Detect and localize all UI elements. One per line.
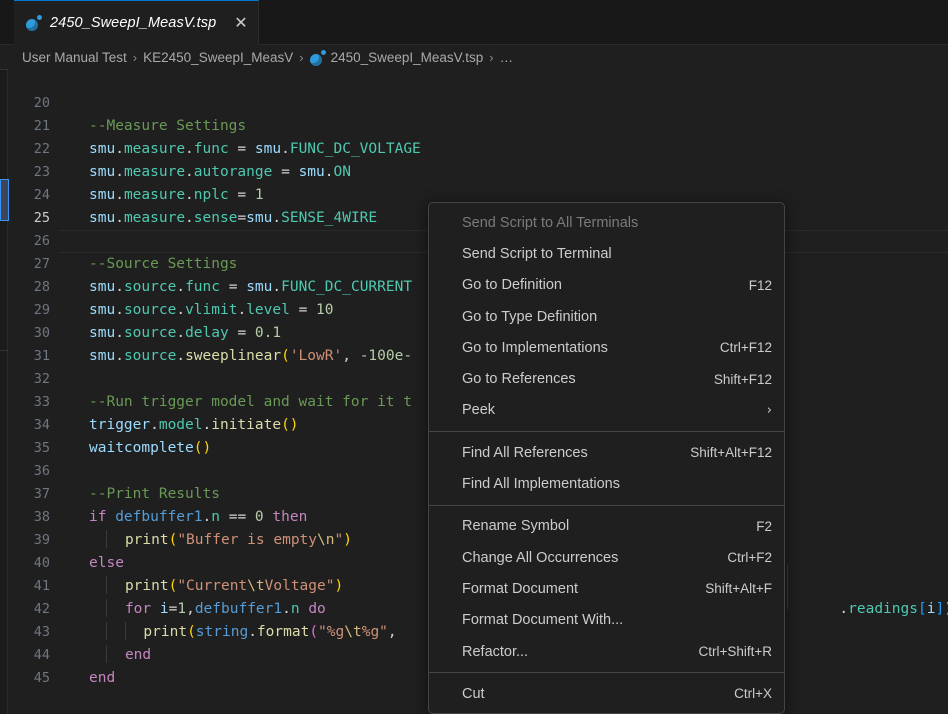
editor-tab-bar: 2450_SweepI_MeasV.tsp ✕ [0,0,948,45]
menu-item-label: Peek [462,402,495,418]
menu-item-shortcut: Ctrl+F12 [696,340,772,355]
tab-label: 2450_SweepI_MeasV.tsp [50,15,216,31]
menu-item-peek[interactable]: Peek › [429,395,784,426]
menu-item-label: Go to References [462,371,576,387]
menu-item-label: Go to Implementations [462,340,608,356]
adjacent-pane-minimap-sliver [0,69,8,714]
menu-item-shortcut: Ctrl+Shift+R [674,644,772,659]
lua-file-icon [26,15,42,31]
menu-item-send-script-to-all-terminals[interactable]: Send Script to All Terminals [429,207,784,238]
vscode-window: 2450_SweepI_MeasV.tsp ✕ User Manual Test… [0,0,948,714]
breadcrumb-item-folder-project[interactable]: KE2450_SweepI_MeasV [143,50,293,65]
breadcrumb-separator-icon: › [127,50,143,65]
tab-bar-left-gutter [0,0,14,44]
breadcrumb-separator-icon: › [293,50,309,65]
close-icon[interactable]: ✕ [224,15,247,31]
editor-context-menu[interactable]: Send Script to All Terminals Send Script… [428,202,785,714]
menu-item-label: Change All Occurrences [462,550,618,566]
menu-item-label: Send Script to Terminal [462,246,612,262]
menu-item-label: Send Script to All Terminals [462,215,638,231]
menu-item-label: Refactor... [462,644,528,660]
menu-item-label: Cut [462,686,485,702]
menu-item-shortcut: Shift+Alt+F12 [666,445,772,460]
menu-item-shortcut: Shift+F12 [690,372,772,387]
menu-item-label: Go to Type Definition [462,309,597,325]
tab-bar-empty-space [259,0,948,44]
code-line[interactable]: 21 smu.measure.func = smu.FUNC_DC_VOLTAG… [8,92,948,115]
menu-item-shortcut: F2 [732,519,772,534]
breadcrumb: User Manual Test › KE2450_SweepI_MeasV ›… [0,45,948,69]
menu-item-label: Find All Implementations [462,476,620,492]
chevron-right-icon: › [767,403,772,418]
menu-item-find-all-references[interactable]: Find All References Shift+Alt+F12 [429,437,784,468]
menu-item-label: Find All References [462,445,588,461]
code-line[interactable]: 24 smu.measure.sense=smu.SENSE_4WIRE [8,161,948,184]
menu-item-format-document[interactable]: Format Document Shift+Alt+F [429,573,784,604]
menu-item-go-to-type-definition[interactable]: Go to Type Definition [429,301,784,332]
menu-item-go-to-definition[interactable]: Go to Definition F12 [429,270,784,301]
line-number: 45 [8,667,50,690]
line-overflow-fragment: .readings[i])) [787,575,948,598]
menu-separator [429,505,784,506]
menu-item-label: Format Document With... [462,612,623,628]
menu-item-label: Go to Definition [462,277,562,293]
breadcrumb-item-folder-root[interactable]: User Manual Test [22,50,127,65]
breadcrumb-item-file[interactable]: 2450_SweepI_MeasV.tsp [331,50,484,65]
breadcrumb-item-overflow[interactable]: … [500,50,515,65]
line-overflow-indent-guide [787,564,788,609]
menu-item-shortcut: F12 [725,278,772,293]
menu-item-shortcut: Ctrl+X [710,686,772,701]
menu-item-label: Format Document [462,581,578,597]
menu-item-format-document-with[interactable]: Format Document With... [429,605,784,636]
breadcrumb-separator-icon: › [483,50,499,65]
menu-item-shortcut: Ctrl+F2 [703,550,772,565]
code-line[interactable]: 20 --Measure Settings [8,69,948,92]
menu-item-rename-symbol[interactable]: Rename Symbol F2 [429,511,784,542]
menu-separator [429,672,784,673]
editor-tab-2450-sweepi-measv[interactable]: 2450_SweepI_MeasV.tsp ✕ [14,0,259,45]
lua-file-icon [310,50,326,66]
code-line[interactable]: 22 smu.measure.autorange = smu.ON [8,115,948,138]
menu-item-send-script-to-terminal[interactable]: Send Script to Terminal [429,238,784,269]
menu-item-shortcut: Shift+Alt+F [681,581,772,596]
menu-separator [429,431,784,432]
code-line[interactable]: 23 smu.measure.nplc = 1 [8,138,948,161]
menu-item-label: Rename Symbol [462,518,569,534]
menu-item-change-all-occurrences[interactable]: Change All Occurrences Ctrl+F2 [429,542,784,573]
menu-item-go-to-implementations[interactable]: Go to Implementations Ctrl+F12 [429,332,784,363]
menu-item-refactor[interactable]: Refactor... Ctrl+Shift+R [429,636,784,667]
menu-item-go-to-references[interactable]: Go to References Shift+F12 [429,363,784,394]
menu-item-cut[interactable]: Cut Ctrl+X [429,678,784,709]
menu-item-find-all-implementations[interactable]: Find All Implementations [429,468,784,499]
